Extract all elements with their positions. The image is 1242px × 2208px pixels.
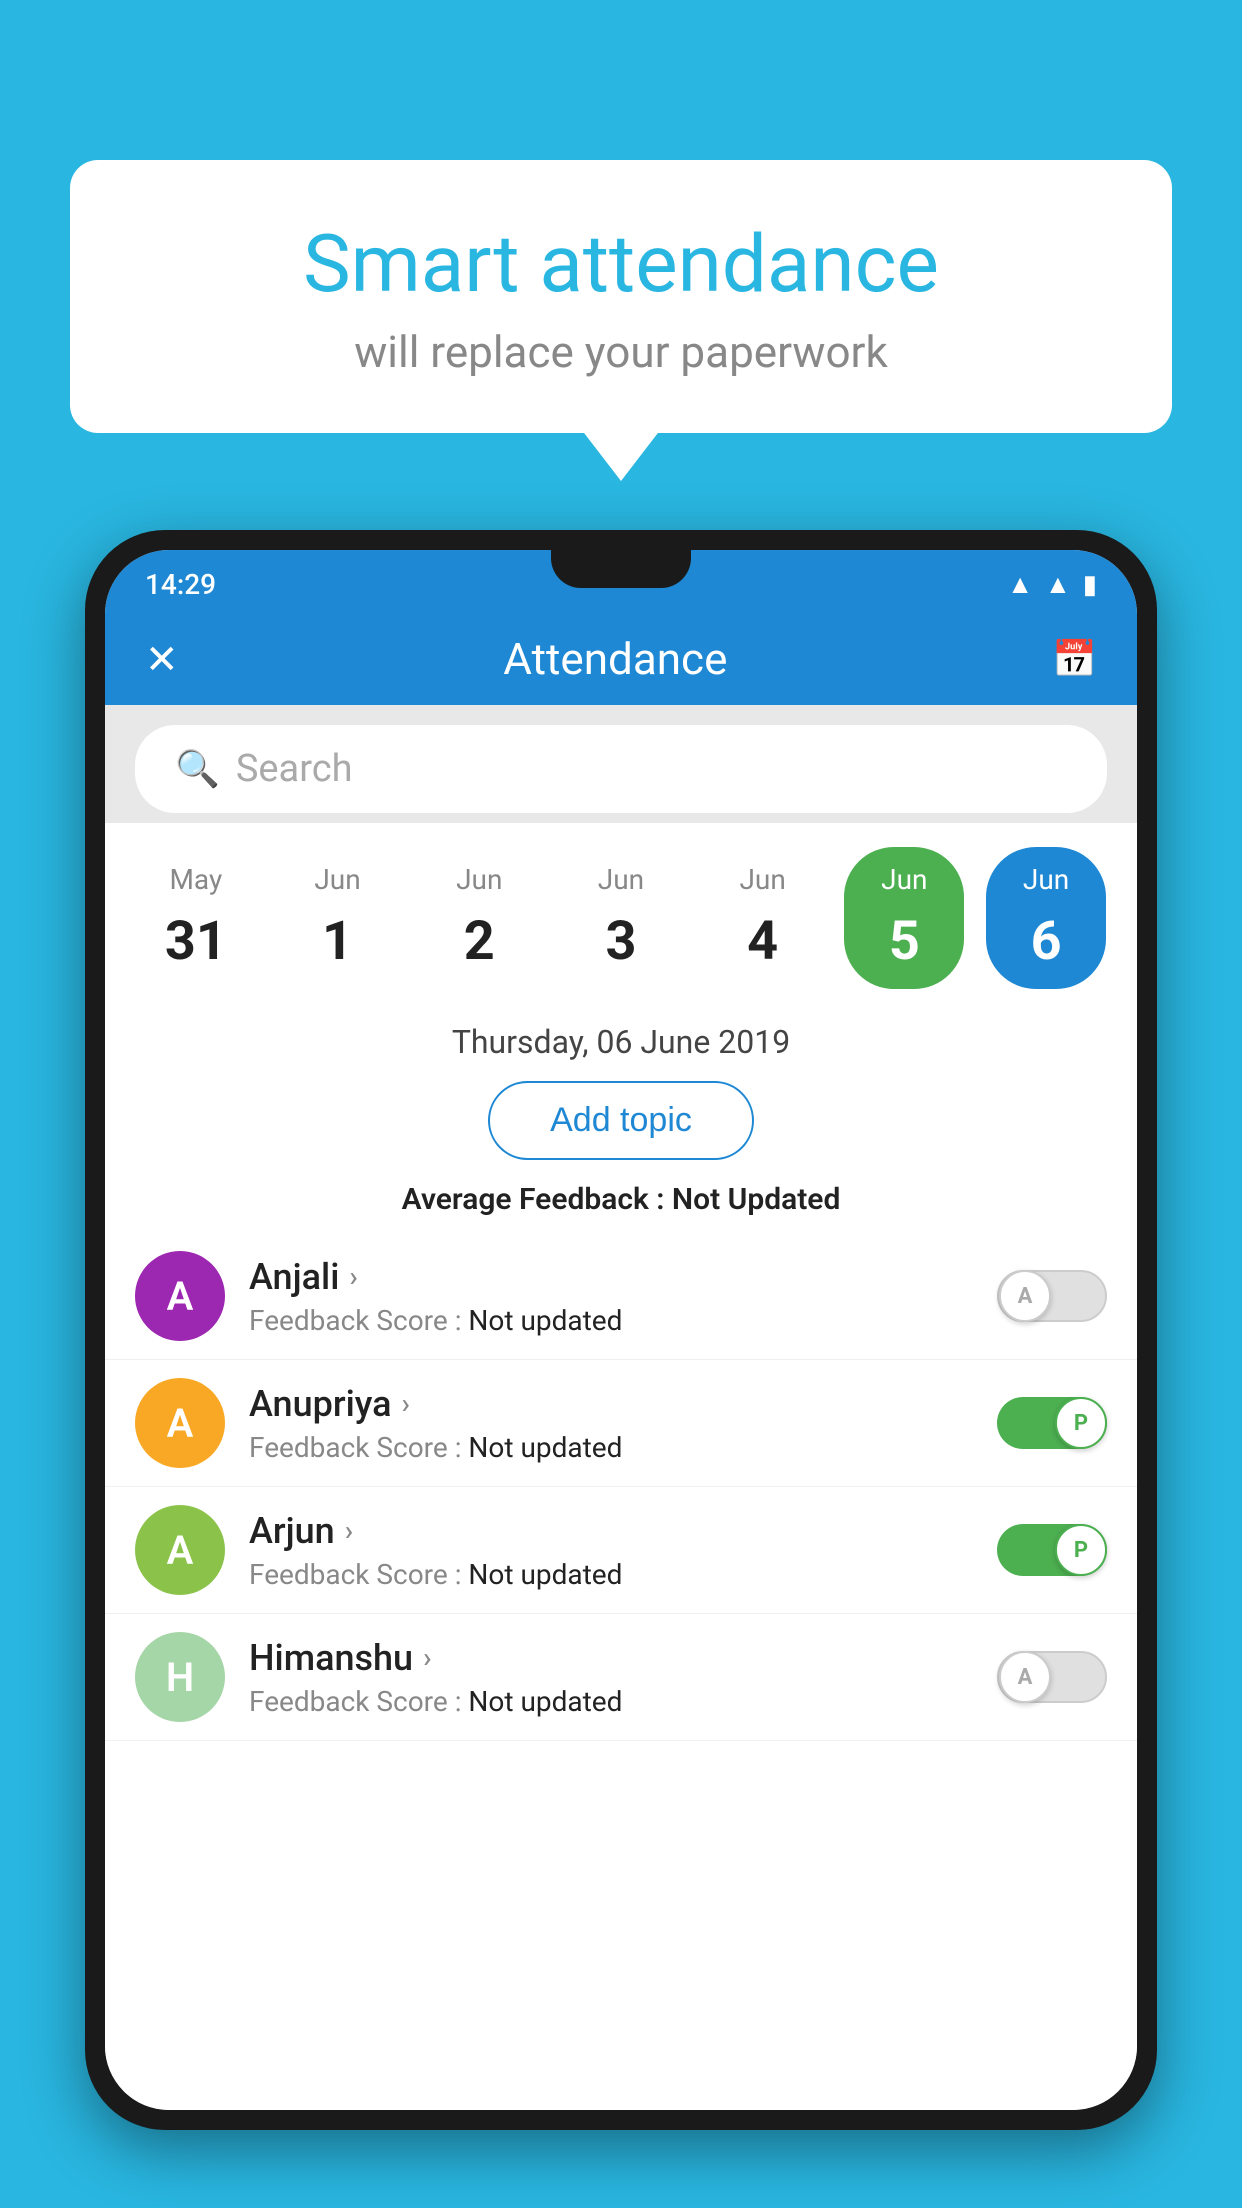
student-avatar: A (135, 1378, 225, 1468)
app-content: 🔍 Search May 31 Jun 1 Jun 2 Jun 3 Jun 4 … (105, 705, 1137, 2110)
search-bar-container: 🔍 Search (105, 705, 1137, 823)
cal-date: 4 (747, 910, 778, 973)
cal-month: May (169, 863, 222, 896)
student-avatar: H (135, 1632, 225, 1722)
chevron-icon: › (402, 1387, 410, 1420)
student-name: Anjali › (249, 1256, 973, 1298)
cal-month: Jun (881, 863, 927, 896)
cal-month: Jun (456, 863, 502, 896)
student-name: Arjun › (249, 1510, 973, 1552)
phone-inner: 14:29 ▲ ▲ ▮ ✕ Attendance 📅 🔍 (105, 550, 1137, 2110)
cal-date: 31 (165, 910, 227, 973)
cal-month: Jun (314, 863, 360, 896)
phone-frame: 14:29 ▲ ▲ ▮ ✕ Attendance 📅 🔍 (85, 530, 1157, 2130)
calendar-day-4[interactable]: Jun 4 (703, 847, 823, 989)
speech-bubble-container: Smart attendance will replace your paper… (70, 160, 1172, 433)
student-item[interactable]: A Arjun › Feedback Score : Not updated P (105, 1487, 1137, 1614)
search-placeholder: Search (236, 747, 353, 791)
cal-date: 6 (1031, 910, 1062, 973)
student-info: Anupriya › Feedback Score : Not updated (249, 1383, 973, 1464)
avg-feedback-label: Average Feedback : (402, 1182, 665, 1217)
calendar-day-2[interactable]: Jun 2 (419, 847, 539, 989)
cal-month: Jun (739, 863, 785, 896)
cal-date: 2 (464, 910, 495, 973)
calendar-icon[interactable]: 📅 (1052, 638, 1097, 680)
speech-title: Smart attendance (120, 220, 1122, 308)
status-icons: ▲ ▲ ▮ (1007, 569, 1097, 600)
add-topic-button[interactable]: Add topic (488, 1081, 754, 1160)
search-bar[interactable]: 🔍 Search (135, 725, 1107, 813)
student-list: A Anjali › Feedback Score : Not updated … (105, 1233, 1137, 2110)
toggle-knob: A (999, 1651, 1051, 1703)
avg-feedback: Average Feedback : Not Updated (105, 1176, 1137, 1233)
signal-icon: ▲ (1045, 569, 1071, 600)
chevron-icon: › (423, 1641, 431, 1674)
student-feedback: Feedback Score : Not updated (249, 1304, 973, 1337)
toggle-knob: P (1055, 1397, 1107, 1449)
calendar-day-5[interactable]: Jun 5 (844, 847, 964, 989)
cal-date: 1 (322, 910, 353, 973)
add-topic-container: Add topic (105, 1071, 1137, 1176)
student-avatar: A (135, 1505, 225, 1595)
phone-notch (551, 550, 691, 588)
student-name: Himanshu › (249, 1637, 973, 1679)
student-item[interactable]: A Anjali › Feedback Score : Not updated … (105, 1233, 1137, 1360)
attendance-toggle[interactable]: A (997, 1270, 1107, 1322)
chevron-icon: › (349, 1260, 357, 1293)
cal-month: Jun (598, 863, 644, 896)
selected-date-label: Thursday, 06 June 2019 (105, 999, 1137, 1071)
calendar-day-6[interactable]: Jun 6 (986, 847, 1106, 989)
avg-feedback-value: Not Updated (672, 1182, 840, 1217)
cal-date: 5 (889, 910, 920, 973)
calendar-day-31[interactable]: May 31 (136, 847, 256, 989)
toggle-knob: P (1055, 1524, 1107, 1576)
attendance-toggle[interactable]: A (997, 1651, 1107, 1703)
wifi-icon: ▲ (1007, 569, 1033, 600)
attendance-toggle[interactable]: P (997, 1397, 1107, 1449)
student-item[interactable]: H Himanshu › Feedback Score : Not update… (105, 1614, 1137, 1741)
student-info: Himanshu › Feedback Score : Not updated (249, 1637, 973, 1718)
student-avatar: A (135, 1251, 225, 1341)
app-bar-title: Attendance (503, 633, 727, 685)
student-feedback: Feedback Score : Not updated (249, 1685, 973, 1718)
speech-bubble: Smart attendance will replace your paper… (70, 160, 1172, 433)
app-bar: ✕ Attendance 📅 (105, 613, 1137, 705)
student-feedback: Feedback Score : Not updated (249, 1431, 973, 1464)
chevron-icon: › (345, 1514, 353, 1547)
calendar-day-3[interactable]: Jun 3 (561, 847, 681, 989)
student-info: Anjali › Feedback Score : Not updated (249, 1256, 973, 1337)
speech-subtitle: will replace your paperwork (120, 326, 1122, 378)
cal-month: Jun (1023, 863, 1069, 896)
status-time: 14:29 (145, 568, 216, 601)
search-icon: 🔍 (175, 748, 220, 790)
student-item[interactable]: A Anupriya › Feedback Score : Not update… (105, 1360, 1137, 1487)
student-name: Anupriya › (249, 1383, 973, 1425)
student-feedback: Feedback Score : Not updated (249, 1558, 973, 1591)
phone-container: 14:29 ▲ ▲ ▮ ✕ Attendance 📅 🔍 (85, 530, 1157, 2208)
calendar-day-1[interactable]: Jun 1 (278, 847, 398, 989)
close-button[interactable]: ✕ (145, 636, 179, 683)
calendar-strip: May 31 Jun 1 Jun 2 Jun 3 Jun 4 Jun 5 Jun… (105, 823, 1137, 999)
attendance-toggle[interactable]: P (997, 1524, 1107, 1576)
toggle-knob: A (999, 1270, 1051, 1322)
cal-date: 3 (605, 910, 636, 973)
student-info: Arjun › Feedback Score : Not updated (249, 1510, 973, 1591)
battery-icon: ▮ (1083, 570, 1097, 600)
